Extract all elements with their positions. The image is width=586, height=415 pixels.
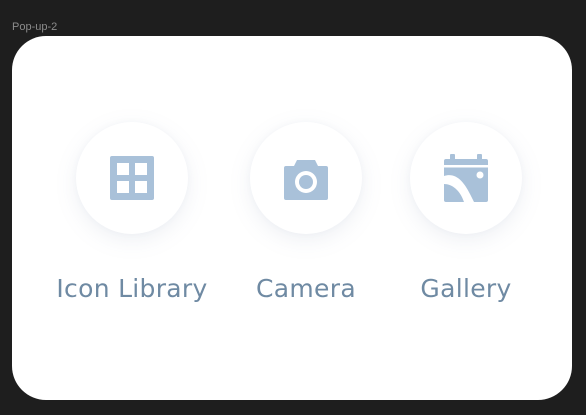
icon-library-label: Icon Library: [56, 274, 208, 303]
icon-library-option[interactable]: Icon Library: [42, 36, 222, 400]
camera-icon: [282, 154, 330, 202]
icon-library-button[interactable]: [76, 122, 188, 234]
camera-option[interactable]: Camera: [216, 36, 396, 400]
gallery-label: Gallery: [420, 274, 512, 303]
camera-label: Camera: [256, 274, 356, 303]
gallery-option[interactable]: Gallery: [376, 36, 556, 400]
popup-panel: Icon Library Camera Gallery: [12, 36, 572, 400]
grid-icon: [108, 154, 156, 202]
gallery-button[interactable]: [410, 122, 522, 234]
frame-label: Pop-up-2: [12, 21, 58, 33]
gallery-icon: [442, 154, 490, 202]
camera-button[interactable]: [250, 122, 362, 234]
